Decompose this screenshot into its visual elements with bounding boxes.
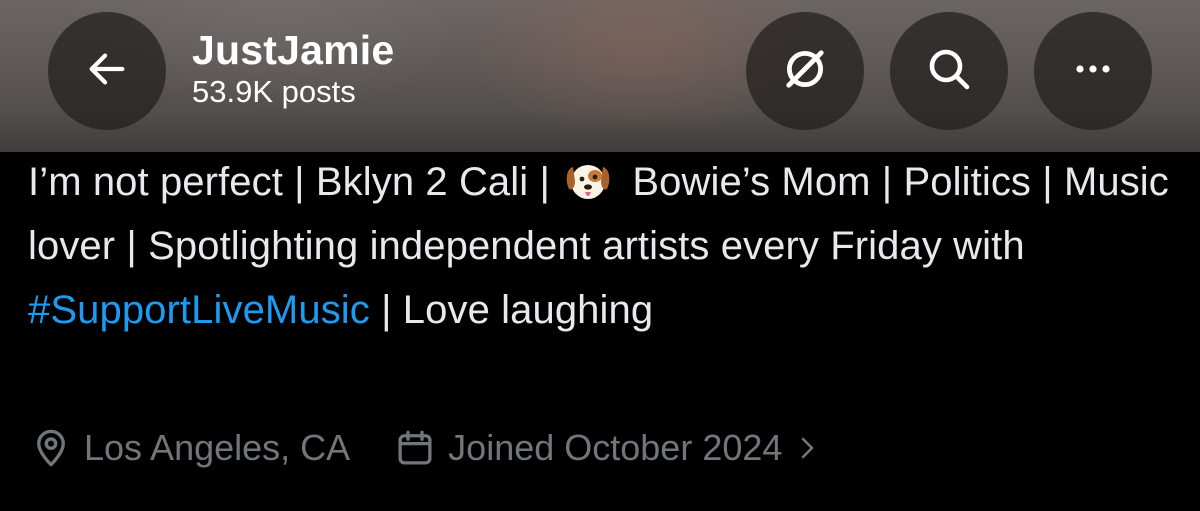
- joined-date-item[interactable]: Joined October 2024: [394, 427, 818, 469]
- location-text: Los Angeles, CA: [84, 427, 351, 468]
- profile-header: JustJamie 53.9K posts: [0, 0, 1200, 152]
- chevron-right-icon: [798, 433, 818, 463]
- header-title-block: JustJamie 53.9K posts: [192, 26, 394, 110]
- arrow-left-icon: [84, 46, 130, 97]
- bio-text-start: I’m not perfect | Bklyn 2 Cali |: [28, 160, 562, 204]
- location-item: Los Angeles, CA: [30, 427, 350, 469]
- dog-face-emoji: [563, 158, 613, 202]
- grok-button[interactable]: [746, 12, 864, 130]
- bio-text-after-emoji: Bowie’s Mom |: [621, 160, 893, 204]
- more-button[interactable]: [1034, 12, 1152, 130]
- more-horizontal-icon: [1071, 62, 1115, 81]
- calendar-icon: [394, 427, 436, 469]
- back-button[interactable]: [48, 12, 166, 130]
- bio-text-end: | Love laughing: [369, 288, 654, 332]
- grok-icon: [780, 44, 830, 99]
- location-pin-icon: [30, 427, 72, 469]
- posts-count: 53.9K posts: [192, 74, 356, 109]
- search-button[interactable]: [890, 12, 1008, 130]
- profile-meta: Los Angeles, CA Joined October 2024: [30, 422, 818, 474]
- profile-bio: I’m not perfect | Bklyn 2 Cali | Bowie’s…: [28, 150, 1178, 342]
- hashtag-link[interactable]: #SupportLiveMusic: [28, 288, 370, 332]
- joined-text: Joined October 2024: [448, 427, 783, 468]
- profile-name: JustJamie: [192, 27, 395, 73]
- search-icon: [925, 45, 973, 98]
